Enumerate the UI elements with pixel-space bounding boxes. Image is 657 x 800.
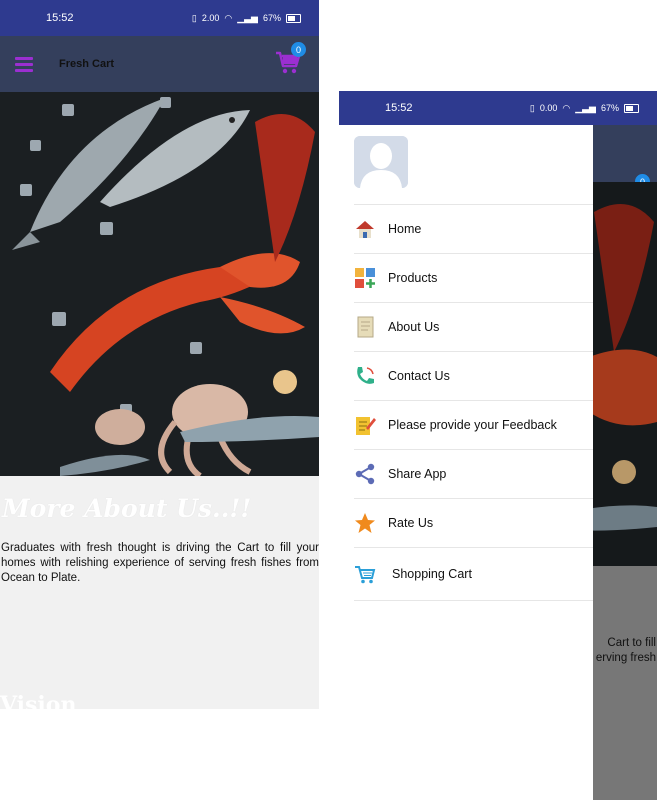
phone-icon bbox=[354, 365, 376, 387]
menu-item-home[interactable]: Home bbox=[354, 204, 593, 253]
status-icons: ▯ 0.00 ◠ ▁▃▅ 67% bbox=[530, 103, 639, 114]
drawer-screen: 15:52 ▯ 0.00 ◠ ▁▃▅ 67% 0 bbox=[339, 91, 657, 800]
navigation-drawer: Home Products About Us Contact Us Please… bbox=[339, 125, 593, 800]
drawer-menu: Home Products About Us Contact Us Please… bbox=[354, 204, 593, 601]
menu-label: Rate Us bbox=[388, 516, 434, 530]
star-icon bbox=[354, 512, 376, 534]
network-speed: 0.00 bbox=[539, 103, 558, 113]
menu-label: About Us bbox=[388, 320, 440, 334]
menu-label: Products bbox=[388, 271, 438, 285]
menu-item-shopping-cart[interactable]: Shopping Cart bbox=[354, 547, 593, 601]
vision-heading: Vision bbox=[0, 692, 77, 709]
feedback-icon bbox=[354, 414, 376, 436]
home-icon bbox=[354, 218, 376, 240]
menu-item-feedback[interactable]: Please provide your Feedback bbox=[354, 400, 593, 449]
about-text: Graduates with fresh thought is driving … bbox=[1, 542, 319, 584]
shopping-cart-icon bbox=[354, 563, 376, 585]
app-title: Fresh Cart bbox=[59, 58, 115, 70]
signal-icon: ▁▃▅ bbox=[575, 102, 596, 113]
about-text-dimmed: Cart to fill erving fresh bbox=[595, 637, 656, 664]
signal-icon: ▁▃▅ bbox=[237, 12, 258, 23]
status-bar: 15:52 ▯ 0.00 ◠ ▁▃▅ 67% bbox=[339, 91, 657, 125]
battery-level: 67% bbox=[262, 13, 281, 23]
status-icons: ▯ 2.00 ◠ ▁▃▅ 67% bbox=[192, 13, 301, 24]
cart-button[interactable]: 0 bbox=[274, 42, 306, 76]
vibrate-icon: ▯ bbox=[191, 12, 197, 23]
battery-icon bbox=[624, 103, 639, 113]
app-bar: Fresh Cart 0 bbox=[0, 36, 319, 92]
wifi-icon: ◠ bbox=[224, 12, 233, 23]
seafood-hero-image bbox=[0, 92, 319, 476]
menu-item-about-us[interactable]: About Us bbox=[354, 302, 593, 351]
menu-label: Share App bbox=[388, 467, 447, 481]
menu-item-share-app[interactable]: Share App bbox=[354, 449, 593, 498]
status-time: 15:52 bbox=[46, 12, 74, 24]
main-screen: 15:52 ▯ 2.00 ◠ ▁▃▅ 67% Fresh Cart 0 More… bbox=[0, 0, 319, 709]
menu-icon[interactable] bbox=[15, 56, 33, 72]
share-icon bbox=[354, 463, 376, 485]
cart-count-badge: 0 bbox=[291, 42, 306, 57]
network-speed: 2.00 bbox=[201, 13, 220, 23]
document-icon bbox=[354, 316, 376, 338]
battery-icon bbox=[286, 13, 301, 23]
menu-label: Please provide your Feedback bbox=[388, 418, 557, 432]
menu-item-rate-us[interactable]: Rate Us bbox=[354, 498, 593, 547]
user-silhouette-icon bbox=[354, 136, 408, 188]
avatar[interactable] bbox=[354, 136, 408, 188]
battery-level: 67% bbox=[600, 103, 619, 113]
about-section: More About Us..!! Graduates with fresh t… bbox=[0, 476, 319, 709]
menu-label: Shopping Cart bbox=[392, 567, 472, 581]
status-time: 15:52 bbox=[385, 102, 413, 114]
about-heading: More About Us..!! bbox=[2, 494, 252, 523]
menu-item-contact-us[interactable]: Contact Us bbox=[354, 351, 593, 400]
menu-item-products[interactable]: Products bbox=[354, 253, 593, 302]
products-icon bbox=[354, 267, 376, 289]
vibrate-icon: ▯ bbox=[529, 102, 535, 113]
status-bar: 15:52 ▯ 2.00 ◠ ▁▃▅ 67% bbox=[0, 0, 319, 36]
menu-label: Home bbox=[388, 222, 422, 236]
wifi-icon: ◠ bbox=[562, 102, 571, 113]
menu-label: Contact Us bbox=[388, 369, 450, 383]
